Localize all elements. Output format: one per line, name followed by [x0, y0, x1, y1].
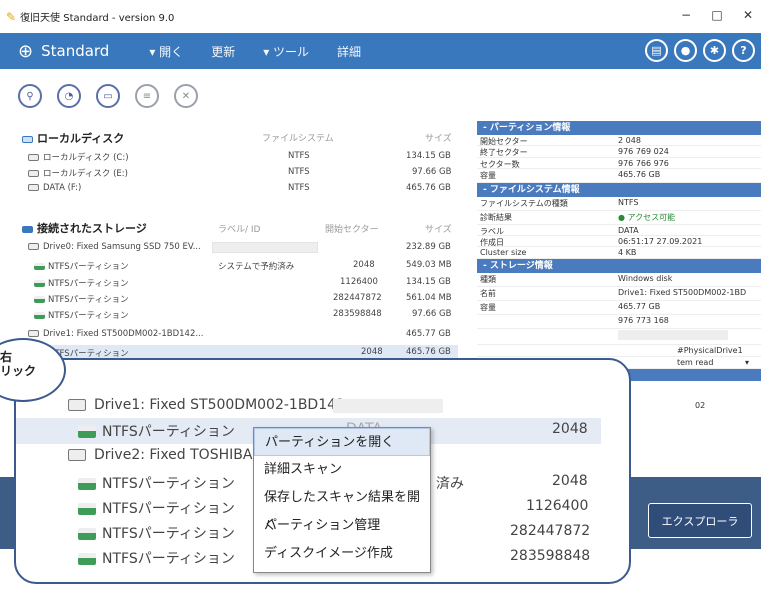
chat-icon[interactable]: ▤	[645, 39, 668, 62]
menu-open[interactable]: ▾ 開く	[149, 43, 183, 60]
explorer-button[interactable]: エクスプローラ	[648, 503, 752, 538]
disk-icon	[28, 184, 39, 191]
partition-info-header[interactable]: - パーティション情報	[477, 121, 761, 135]
storage-row[interactable]: NTFSパーティション システムで予約済み 2048 549.03 MB	[28, 258, 458, 274]
menu-create-disk-image[interactable]: ディスクイメージ作成	[254, 540, 430, 568]
partition-icon	[34, 280, 45, 287]
drive-icon	[68, 399, 86, 411]
maximize-button[interactable]: □	[703, 8, 731, 22]
main-toolbar: ⊕ Standard ▾ 開く 更新 ▾ ツール 詳細 ▤ ● ✱ ?	[0, 33, 761, 69]
partition-icon	[78, 426, 96, 438]
app-name: Standard	[41, 42, 110, 60]
status-accessible: ● アクセス可能	[618, 212, 676, 222]
help-icon[interactable]: ?	[732, 39, 755, 62]
storage-icon	[22, 225, 33, 233]
partition-icon	[78, 528, 96, 540]
storage-row[interactable]: NTFSパーティション 283598848 97.66 GB	[28, 307, 458, 323]
action-bar: ⚲ ◔ ▭ ≡ ✕	[18, 84, 198, 108]
partition-icon	[78, 478, 96, 490]
context-menu: パーティションを開く 詳細スキャン 保存したスキャン結果を開く パーティション管…	[253, 427, 431, 573]
partition-icon	[34, 296, 45, 303]
local-disk-row[interactable]: ローカルディスク (C:) NTFS 134.15 GB	[28, 149, 458, 165]
local-disk-row[interactable]: ローカルディスク (E:) NTFS 97.66 GB	[28, 165, 458, 181]
menu-open-partition[interactable]: パーティションを開く	[254, 428, 430, 456]
col-start-sector: 開始セクター	[325, 225, 379, 235]
local-disk-title: ローカルディスク	[22, 130, 124, 146]
monitor-icon	[22, 135, 33, 143]
col-label: ラベル/ ID	[218, 225, 261, 235]
storage-row[interactable]: NTFSパーティション 282447872 561.04 MB	[28, 291, 458, 307]
storage-row[interactable]: NTFSパーティション 1126400 134.15 GB	[28, 275, 458, 291]
fs-info-header[interactable]: - ファイルシステム情報	[477, 182, 761, 197]
partition-icon	[34, 263, 45, 270]
disk-icon	[28, 154, 39, 161]
storage-row[interactable]: Drive0: Fixed Samsung SSD 750 EV... 232.8…	[28, 240, 458, 256]
storage-info-header[interactable]: - ストレージ情報	[477, 258, 761, 273]
account-icon[interactable]: ●	[674, 39, 697, 62]
scan-icon[interactable]: ◔	[57, 84, 81, 108]
menu-tools[interactable]: ▾ ツール	[263, 43, 309, 60]
logo-icon: ⊕	[18, 40, 34, 62]
image-icon[interactable]: ▭	[96, 84, 120, 108]
zoom-drive-row[interactable]: Drive1: Fixed ST500DM002-1BD142...	[16, 394, 629, 420]
menu-refresh[interactable]: 更新	[211, 43, 235, 60]
minimize-button[interactable]: −	[672, 8, 700, 22]
partition-icon	[34, 312, 45, 319]
col-filesystem: ファイルシステム	[262, 134, 334, 144]
title-bar: ✎ 復旧天使 Standard - version 9.0 − □ ✕	[0, 0, 761, 33]
col-size: サイズ	[425, 134, 452, 144]
menu-partition-management[interactable]: パーティション管理	[254, 512, 430, 540]
storage-row[interactable]: Drive1: Fixed ST500DM002-1BD142... 465.77…	[28, 327, 458, 343]
menu-details[interactable]: 詳細	[337, 43, 361, 60]
menu-detailed-scan[interactable]: 詳細スキャン	[254, 456, 430, 484]
menu-open-saved-scan[interactable]: 保存したスキャン結果を開く	[254, 484, 430, 533]
drive-icon	[68, 449, 86, 461]
col-size: サイズ	[425, 225, 452, 235]
label-field	[212, 242, 318, 253]
drive-icon	[28, 330, 39, 337]
search-icon[interactable]: ⚲	[18, 84, 42, 108]
local-disk-row[interactable]: DATA (F:) NTFS 465.76 GB	[28, 181, 458, 197]
gear-icon[interactable]: ✱	[703, 39, 726, 62]
drive-icon	[28, 243, 39, 250]
storage-title: 接続されたストレージ	[22, 220, 147, 236]
partition-icon	[78, 553, 96, 565]
disk-icon	[28, 170, 39, 177]
window-title: 復旧天使 Standard - version 9.0	[20, 13, 175, 24]
close-button[interactable]: ✕	[734, 8, 761, 22]
close-icon[interactable]: ✕	[174, 84, 198, 108]
partition-icon	[78, 503, 96, 515]
app-icon: ✎	[6, 9, 17, 24]
list-icon[interactable]: ≡	[135, 84, 159, 108]
chevron-down-icon[interactable]: ▾	[745, 358, 749, 367]
zoom-callout: Drive1: Fixed ST500DM002-1BD142... NTFSパ…	[14, 358, 631, 584]
